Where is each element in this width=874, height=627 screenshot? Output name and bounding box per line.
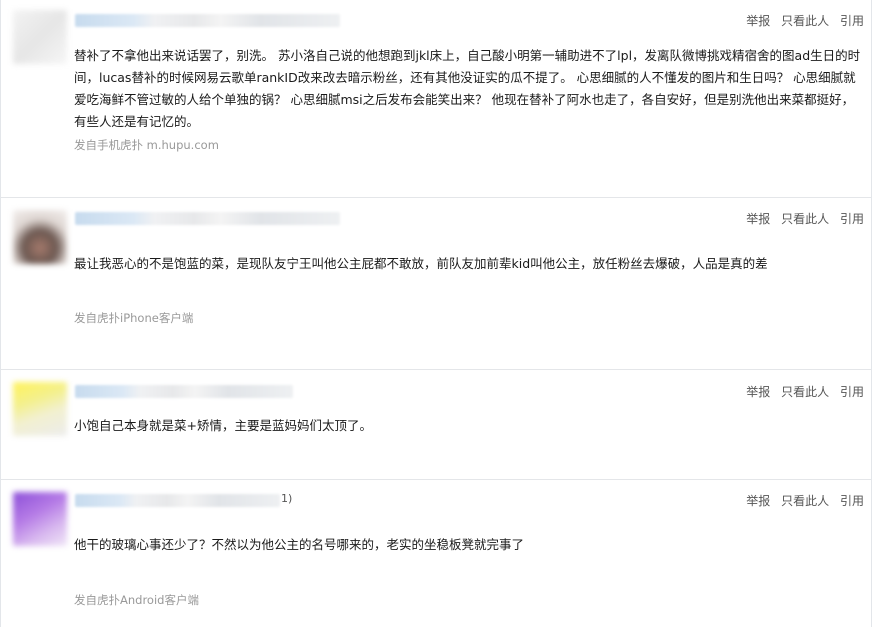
avatar[interactable] — [13, 492, 67, 546]
reply-actions: 举报 只看此人 引用 — [746, 12, 871, 29]
only-author-link[interactable]: 只看此人 — [781, 212, 829, 226]
reply-actions: 举报 只看此人 引用 — [746, 383, 871, 400]
reply-actions: 举报 只看此人 引用 — [746, 492, 871, 509]
author-info-redacted — [75, 14, 340, 27]
report-link[interactable]: 举报 — [746, 494, 770, 508]
reply-content: 小饱自己本身就是菜+矫情，主要是蓝妈妈们太顶了。 — [74, 418, 372, 433]
avatar[interactable] — [13, 382, 67, 436]
reply-item: 举报 只看此人 引用 小饱自己本身就是菜+矫情，主要是蓝妈妈们太顶了。 — [1, 370, 871, 480]
post-source: 发自虎扑Android客户端 — [74, 593, 199, 607]
only-author-link[interactable]: 只看此人 — [781, 494, 829, 508]
report-link[interactable]: 举报 — [746, 385, 770, 399]
reply-list: 举报 只看此人 引用 替补了不拿他出来说话罢了，别洗。 苏小洛自己说的他想跑到j… — [0, 0, 872, 627]
post-source: 发自虎扑iPhone客户端 — [74, 311, 194, 325]
reply-content: 替补了不拿他出来说话罢了，别洗。 苏小洛自己说的他想跑到jkl床上，自己酸小明第… — [74, 48, 861, 129]
reply-item: 举报 只看此人 引用 替补了不拿他出来说话罢了，别洗。 苏小洛自己说的他想跑到j… — [1, 0, 871, 198]
quote-link[interactable]: 引用 — [840, 14, 864, 28]
reply-item: 举报 只看此人 引用 最让我恶心的不是饱蓝的菜，是现队友宁王叫他公主屁都不敢放，… — [1, 198, 871, 370]
author-info-redacted — [75, 494, 280, 507]
author-info-redacted — [75, 212, 340, 225]
reply-content: 他干的玻璃心事还少了？不然以为他公主的名号哪来的，老实的坐稳板凳就完事了 — [74, 537, 525, 552]
report-link[interactable]: 举报 — [746, 14, 770, 28]
quote-link[interactable]: 引用 — [840, 385, 864, 399]
quote-link[interactable]: 引用 — [840, 212, 864, 226]
only-author-link[interactable]: 只看此人 — [781, 14, 829, 28]
author-info-redacted — [75, 385, 293, 398]
reply-content: 最让我恶心的不是饱蓝的菜，是现队友宁王叫他公主屁都不敢放，前队友加前辈kid叫他… — [74, 256, 768, 271]
only-author-link[interactable]: 只看此人 — [781, 385, 829, 399]
quote-link[interactable]: 引用 — [840, 494, 864, 508]
avatar[interactable] — [13, 10, 67, 64]
post-source: 发自手机虎扑 m.hupu.com — [74, 138, 219, 152]
reply-actions: 举报 只看此人 引用 — [746, 210, 871, 227]
report-link[interactable]: 举报 — [746, 212, 770, 226]
avatar[interactable] — [13, 210, 67, 264]
author-info-suffix: 1) — [281, 492, 293, 505]
reply-item: 1) 举报 只看此人 引用 他干的玻璃心事还少了？不然以为他公主的名号哪来的，老… — [1, 480, 871, 627]
